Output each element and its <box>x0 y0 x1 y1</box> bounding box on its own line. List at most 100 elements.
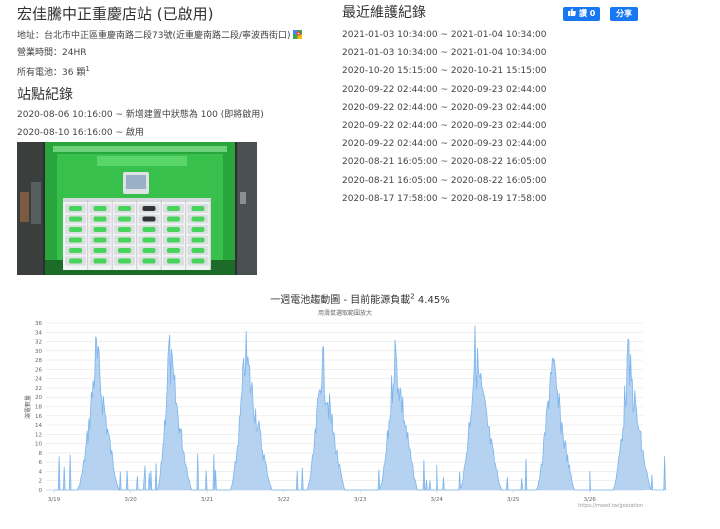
maintenance-item: 2020-10-20 15:15:00 ~ 2020-10-21 15:15:0… <box>342 66 547 77</box>
battery-indicator <box>142 206 156 211</box>
address-value: 台北市中正區重慶南路二段73號(近重慶南路二段/寧波西街口) <box>44 31 291 41</box>
facebook-share-button[interactable]: 分享 <box>610 7 638 21</box>
y-tick-label: 32 <box>35 340 42 346</box>
hours-label: 營業時間： <box>17 47 63 58</box>
x-tick-label: 3/24 <box>431 497 444 503</box>
y-tick-label: 10 <box>35 442 42 448</box>
module-divider <box>185 200 187 270</box>
battery-indicator <box>142 216 156 222</box>
battery-indicator <box>191 216 205 222</box>
batteries-value: 36 顆 <box>62 68 86 78</box>
y-tick-label: 8 <box>39 451 43 457</box>
module-divider <box>209 200 211 270</box>
y-tick-label: 0 <box>39 488 43 494</box>
maintenance-item: 2020-09-22 02:44:00 ~ 2020-09-23 02:44:0… <box>342 102 547 113</box>
battery-indicator <box>69 227 82 232</box>
battery-indicator <box>118 227 131 232</box>
records-title: 站點紀錄 <box>17 87 73 103</box>
module-divider <box>111 200 113 270</box>
batteries-row: 所有電池：36 顆1 <box>17 63 337 79</box>
hours-row: 營業時間：24HR <box>17 47 337 59</box>
battery-indicator <box>167 248 180 253</box>
maintenance-item: 2020-09-22 02:44:00 ~ 2020-09-23 02:44:0… <box>342 139 547 150</box>
battery-indicator <box>191 237 205 243</box>
battery-indicator <box>93 248 107 253</box>
battery-indicator <box>167 237 180 243</box>
battery-trend-chart[interactable]: 一週電池趨動圖 - 目前能源負載2 4.45% 用滑鼠選取範圍放大 024681… <box>0 283 720 525</box>
y-tick-label: 28 <box>35 358 42 364</box>
address-label: 地址： <box>17 31 45 41</box>
battery-indicator <box>69 237 82 243</box>
battery-indicator <box>118 206 131 211</box>
batteries-label: 所有電池： <box>17 68 63 78</box>
battery-indicator <box>142 237 156 243</box>
battery-indicator <box>142 248 156 253</box>
y-tick-label: 36 <box>35 321 42 327</box>
battery-indicator <box>69 248 82 253</box>
battery-indicator <box>191 248 205 253</box>
battery-indicator <box>167 258 180 264</box>
battery-indicator <box>118 248 131 253</box>
battery-indicator <box>191 258 205 264</box>
battery-indicator <box>93 216 107 222</box>
station-info: 宏佳騰中正重慶店站 (已啟用) 地址：台北市中正區重慶南路二段73號(近重慶南路… <box>17 4 337 145</box>
maintenance-panel: 最近維護紀錄 2021-01-03 10:34:00 ~ 2021-01-04 … <box>342 4 642 211</box>
module-divider <box>136 200 138 270</box>
hours-value: 24HR <box>62 47 87 58</box>
y-tick-label: 4 <box>39 469 43 475</box>
y-tick-label: 2 <box>39 479 43 485</box>
like-label: 讚 0 <box>579 9 596 18</box>
battery-indicator <box>93 206 107 211</box>
y-tick-label: 12 <box>35 432 42 438</box>
x-tick-label: 3/19 <box>48 497 61 503</box>
chart-title: 一週電池趨動圖 - 目前能源負載2 4.45% <box>0 291 720 306</box>
y-tick-label: 22 <box>35 386 42 392</box>
record-item: 2020-08-10 16:16:00 ~ 啟用 <box>17 128 144 138</box>
module-divider <box>160 200 162 270</box>
x-tick-label: 3/21 <box>201 497 213 503</box>
battery-indicator <box>69 258 82 264</box>
google-maps-icon[interactable] <box>292 30 302 39</box>
maintenance-item: 2021-01-03 10:34:00 ~ 2021-01-04 10:34:0… <box>342 48 547 59</box>
battery-indicator <box>69 216 82 222</box>
y-tick-label: 18 <box>35 405 42 411</box>
battery-indicator <box>93 237 107 243</box>
battery-indicator <box>142 258 156 264</box>
page-title: 宏佳騰中正重慶店站 (已啟用) <box>17 5 214 23</box>
series-line[interactable] <box>54 325 667 492</box>
module-divider <box>87 200 89 270</box>
maintenance-item: 2021-01-03 10:34:00 ~ 2021-01-04 10:34:0… <box>342 30 547 40</box>
y-tick-label: 6 <box>39 460 43 466</box>
battery-indicator <box>118 237 131 243</box>
y-tick-label: 16 <box>35 414 42 420</box>
chart-credit[interactable]: https://moed.tw/gostation <box>578 503 643 509</box>
x-tick-label: 3/25 <box>507 497 520 503</box>
y-axis-label: 滿電數量 <box>24 395 32 419</box>
chart-title-footnote: 2 <box>410 292 415 301</box>
y-tick-label: 14 <box>35 423 42 429</box>
chart-plot[interactable]: 024681012141618202224262830323436 3/19 3/… <box>0 283 720 525</box>
batteries-footnote: 1 <box>85 65 90 73</box>
chart-title-value: 4.45% <box>417 295 450 306</box>
maintenance-item: 2020-09-22 02:44:00 ~ 2020-09-23 02:44:0… <box>342 120 547 131</box>
x-tick-label: 3/22 <box>277 497 289 503</box>
maintenance-item: 2020-08-21 16:05:00 ~ 2020-08-22 16:05:0… <box>342 175 547 186</box>
record-item: 2020-08-06 10:16:00 ~ 新增建置中狀態為 100 (即將啟用… <box>17 110 264 120</box>
battery-indicator <box>93 227 107 232</box>
address-row: 地址：台北市中正區重慶南路二段73號(近重慶南路二段/寧波西街口) <box>17 30 337 42</box>
maintenance-item: 2020-09-22 02:44:00 ~ 2020-09-23 02:44:0… <box>342 84 547 95</box>
battery-indicator <box>69 206 82 211</box>
series-area[interactable] <box>54 325 667 491</box>
station-photo <box>17 142 257 275</box>
maintenance-item: 2020-08-17 17:58:00 ~ 2020-08-19 17:58:0… <box>342 193 547 204</box>
battery-indicator <box>93 258 107 264</box>
maintenance-item: 2020-08-21 16:05:00 ~ 2020-08-22 16:05:0… <box>342 157 547 168</box>
x-tick-label: 3/20 <box>124 497 137 503</box>
facebook-like-button[interactable]: 讚 0 <box>563 7 601 21</box>
chart-title-text: 一週電池趨動圖 - 目前能源負載 <box>270 295 411 306</box>
battery-indicator <box>191 206 205 211</box>
battery-indicator <box>118 216 131 222</box>
battery-indicator <box>167 206 180 211</box>
y-tick-label: 24 <box>35 377 42 383</box>
y-tick-label: 26 <box>35 367 42 373</box>
